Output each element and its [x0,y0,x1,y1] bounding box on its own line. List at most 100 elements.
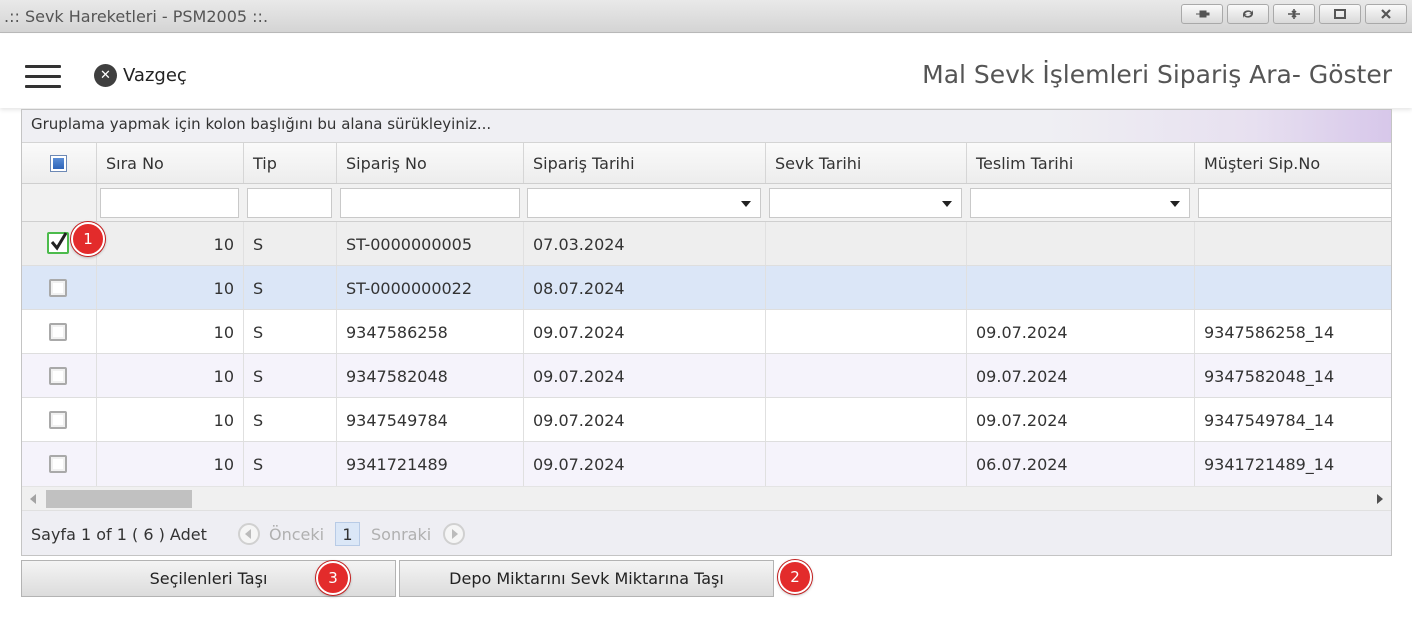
cell-sira-no: 10 [97,398,244,441]
cell-siparis-no: 9347549784 [337,398,524,441]
refresh-icon [1243,10,1253,18]
column-header-siparis-tarihi[interactable]: Sipariş Tarihi [524,143,766,183]
cell-tip: S [244,442,337,486]
row-checkbox[interactable] [49,279,67,297]
row-checkbox[interactable] [49,411,67,429]
filter-musteri-sip-no-input[interactable] [1198,188,1391,218]
row-checkbox-checked[interactable] [47,232,69,254]
horizontal-scrollbar[interactable] [22,486,1391,510]
move-stock-to-shipment-button[interactable]: Depo Miktarını Sevk Miktarına Taşı [399,560,774,597]
cell-sira-no: 10 [97,266,244,309]
cell-sevk-tarihi [766,398,967,441]
cell-tip: S [244,398,337,441]
window-titlebar: .:: Sevk Hareketleri - PSM2005 ::. [0,0,1412,33]
table-row[interactable]: 10 S 9341721489 09.07.2024 06.07.2024 93… [22,442,1391,486]
filter-tip-input[interactable] [247,188,332,218]
cell-teslim-tarihi [967,266,1195,309]
cell-tip: S [244,222,337,265]
cell-sira-no: 10 [97,354,244,397]
table-row[interactable]: 10 S 9347586258 09.07.2024 09.07.2024 93… [22,310,1391,354]
row-select-cell [22,310,97,353]
column-header-musteri-sip-no[interactable]: Müşteri Sip.No [1195,143,1391,183]
cell-siparis-no: 9341721489 [337,442,524,486]
scroll-right-icon[interactable] [1377,494,1383,504]
hamburger-menu-icon[interactable] [25,65,61,89]
cell-musteri-sip-no: 9347582048_14 [1204,367,1335,386]
close-button[interactable] [1365,4,1407,24]
filter-sevk-tarihi-dropdown[interactable] [769,188,962,218]
pager-info: Sayfa 1 of 1 ( 6 ) Adet [31,525,207,544]
next-page-icon[interactable] [443,523,465,545]
annotation-marker-2: 2 [778,560,812,594]
row-select-cell [22,266,97,309]
page-header: ✕ Vazgeç Mal Sevk İşlemleri Sipariş Ara-… [0,34,1412,108]
table-row[interactable]: 10 S ST-0000000022 08.07.2024 [22,266,1391,310]
maximize-button[interactable] [1319,4,1361,24]
cell-musteri-sip-no [1195,266,1391,309]
cell-musteri-sip-no: 9347586258_14 [1204,323,1335,342]
next-page-link[interactable]: Sonraki [371,525,431,544]
orders-grid: Gruplama yapmak için kolon başlığını bu … [21,109,1392,556]
filter-teslim-tarihi-dropdown[interactable] [970,188,1190,218]
scroll-left-icon[interactable] [30,494,36,504]
cell-sira-no: 10 [97,222,244,265]
cell-sevk-tarihi [766,222,967,265]
select-all-checkbox[interactable] [50,155,67,172]
cell-siparis-tarihi: 09.07.2024 [524,354,766,397]
current-page-number[interactable]: 1 [335,522,360,546]
table-row[interactable]: 10 S 9347582048 09.07.2024 09.07.2024 93… [22,354,1391,398]
collapse-icon [1288,9,1300,19]
close-icon [1381,9,1391,19]
row-checkbox[interactable] [49,367,67,385]
cell-sira-no: 10 [97,442,244,486]
row-select-cell [22,398,97,441]
cell-siparis-no: ST-0000000005 [337,222,524,265]
column-header-tip[interactable]: Tip [244,143,337,183]
cell-sevk-tarihi [766,354,967,397]
cell-sira-no: 10 [97,310,244,353]
column-header-sevk-tarihi[interactable]: Sevk Tarihi [766,143,967,183]
cell-tip: S [244,266,337,309]
cell-sevk-tarihi [766,442,967,486]
column-header-teslim-tarihi[interactable]: Teslim Tarihi [967,143,1195,183]
pin-button[interactable] [1181,4,1223,24]
cell-siparis-tarihi: 09.07.2024 [524,398,766,441]
previous-page-icon[interactable] [238,523,260,545]
cell-musteri-sip-no: 9347549784_14 [1204,411,1335,430]
cell-siparis-tarihi: 09.07.2024 [524,442,766,486]
select-all-header [22,143,97,183]
row-checkbox[interactable] [49,323,67,341]
table-row[interactable]: 10 S 9347549784 09.07.2024 09.07.2024 93… [22,398,1391,442]
cell-teslim-tarihi: 09.07.2024 [967,310,1195,353]
cell-teslim-tarihi: 06.07.2024 [967,442,1195,486]
grid-header-row: Sıra No Tip Sipariş No Sipariş Tarihi Se… [22,143,1391,184]
cell-musteri-sip-no: 9341721489_14 [1204,455,1335,474]
cell-sevk-tarihi [766,266,967,309]
filter-sira-no-input[interactable] [100,188,239,218]
column-header-siparis-no[interactable]: Sipariş No [337,143,524,183]
pager: Sayfa 1 of 1 ( 6 ) Adet Önceki 1 Sonraki [22,510,1391,555]
cell-siparis-no: 9347582048 [337,354,524,397]
cell-siparis-tarihi: 09.07.2024 [524,310,766,353]
checkmark-icon [50,232,68,251]
cell-sevk-tarihi [766,310,967,353]
scrollbar-thumb[interactable] [46,490,192,508]
cancel-button[interactable]: ✕ Vazgeç [94,64,187,87]
previous-page-link[interactable]: Önceki [269,525,324,544]
filter-siparis-no-input[interactable] [340,188,520,218]
cell-siparis-tarihi: 07.03.2024 [524,222,766,265]
page-title: Mal Sevk İşlemleri Sipariş Ara- Göster [922,60,1392,89]
table-row[interactable]: 10 S ST-0000000005 07.03.2024 [22,222,1391,266]
collapse-button[interactable] [1273,4,1315,24]
row-checkbox[interactable] [49,455,67,473]
filter-row [22,184,1391,222]
refresh-button[interactable] [1227,4,1269,24]
pin-icon [1196,10,1210,18]
row-select-cell [22,442,97,486]
window-title: .:: Sevk Hareketleri - PSM2005 ::. [4,7,269,26]
filter-siparis-tarihi-dropdown[interactable] [527,188,761,218]
cancel-label: Vazgeç [123,65,187,86]
group-panel[interactable]: Gruplama yapmak için kolon başlığını bu … [22,110,1391,143]
column-header-sira-no[interactable]: Sıra No [97,143,244,183]
cell-teslim-tarihi: 09.07.2024 [967,398,1195,441]
